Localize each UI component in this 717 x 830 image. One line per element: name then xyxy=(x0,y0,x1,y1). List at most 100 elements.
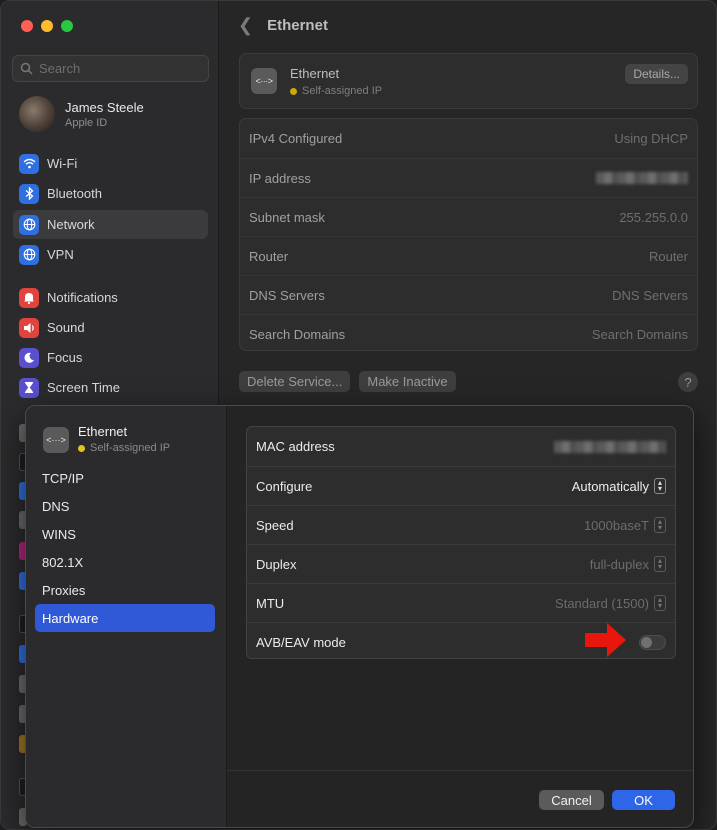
apple-id-account[interactable]: James Steele Apple ID xyxy=(19,96,144,132)
sidebar-item-notifications[interactable]: Notifications xyxy=(13,283,208,312)
zoom-window-button[interactable] xyxy=(61,20,73,32)
mac-address-row: MAC address xyxy=(247,427,675,466)
bluetooth-icon xyxy=(19,183,39,204)
search-field[interactable] xyxy=(12,55,209,82)
redacted-ip-address xyxy=(596,172,688,184)
tab-8021x[interactable]: 802.1X xyxy=(35,548,215,576)
make-inactive-button[interactable]: Make Inactive xyxy=(359,371,456,392)
sidebar-item-label: Network xyxy=(47,217,95,232)
duplex-select[interactable]: full-duplex ▴ ▾ xyxy=(590,556,666,572)
sidebar-item-label: Focus xyxy=(47,350,83,365)
duplex-row: Duplex full-duplex ▴ ▾ xyxy=(247,544,675,583)
sidebar-item-label: Notifications xyxy=(47,290,118,305)
info-label: IPv4 Configured xyxy=(249,131,343,146)
info-value: 255.255.0.0 xyxy=(619,209,688,225)
configure-value: Automatically xyxy=(571,478,649,494)
updown-chevron-icon: ▴ ▾ xyxy=(654,556,666,572)
updown-chevron-icon: ▴ ▾ xyxy=(654,478,666,494)
moon-icon xyxy=(19,347,39,368)
sidebar-item-label: Screen Time xyxy=(47,380,120,395)
ok-button[interactable]: OK xyxy=(612,790,675,810)
info-value: Search Domains xyxy=(591,326,688,342)
page-header: ❮ Ethernet xyxy=(238,15,328,36)
tab-proxies[interactable]: Proxies xyxy=(35,576,215,604)
sidebar-item-network[interactable]: Network xyxy=(13,210,208,239)
sheet-sidebar: <···> Ethernet Self-assigned IP TCP/IP D… xyxy=(26,406,227,827)
sidebar-item-label: VPN xyxy=(47,247,74,262)
window-controls xyxy=(21,20,73,32)
configure-select[interactable]: Automatically ▴ ▾ xyxy=(572,478,666,494)
globe-icon xyxy=(19,214,39,235)
details-button[interactable]: Details... xyxy=(625,64,688,84)
sidebar-item-focus[interactable]: Focus xyxy=(13,343,208,372)
configure-label: Configure xyxy=(256,478,313,494)
updown-chevron-icon: ▴ ▾ xyxy=(654,517,666,533)
info-value: Router xyxy=(648,248,688,264)
info-label: Subnet mask xyxy=(249,209,325,225)
configure-row: Configure Automatically ▴ ▾ xyxy=(247,466,675,505)
sidebar-item-sound[interactable]: Sound xyxy=(13,313,208,342)
info-row: IP address xyxy=(240,158,697,197)
info-row: Search Domains Search Domains xyxy=(240,314,697,353)
mtu-value: Standard (1500) xyxy=(555,595,649,611)
status-dot-icon xyxy=(290,87,297,95)
mac-address-label: MAC address xyxy=(256,439,335,454)
mtu-row: MTU Standard (1500) ▴ ▾ xyxy=(247,583,675,622)
tab-hardware[interactable]: Hardware xyxy=(35,604,215,632)
sidebar-item-label: Wi-Fi xyxy=(47,156,78,171)
search-icon xyxy=(20,62,33,75)
page-title: Ethernet xyxy=(267,17,328,34)
tab-tcpip[interactable]: TCP/IP xyxy=(35,464,215,492)
ethernet-icon: <···> xyxy=(43,427,69,453)
avb-toggle[interactable] xyxy=(639,634,666,650)
sidebar-item-label: Bluetooth xyxy=(47,186,102,201)
info-row: DNS Servers DNS Servers xyxy=(240,275,697,314)
delete-service-button[interactable]: Delete Service... xyxy=(239,371,351,392)
ip-info-card: IPv4 Configured Using DHCP IP address Su… xyxy=(239,118,698,351)
service-card: <···> Ethernet Self-assigned IP Details.… xyxy=(239,53,698,109)
speed-value: 1000baseT xyxy=(583,517,649,533)
sidebar-item-wifi[interactable]: Wi-Fi xyxy=(13,149,208,178)
service-name: Ethernet xyxy=(290,66,340,81)
search-input[interactable] xyxy=(39,61,189,76)
chevron-left-icon[interactable]: ❮ xyxy=(238,15,253,36)
mtu-label: MTU xyxy=(256,595,285,611)
minimize-window-button[interactable] xyxy=(41,20,53,32)
sidebar-item-bluetooth[interactable]: Bluetooth xyxy=(13,179,208,208)
sidebar-item-screen-time[interactable]: Screen Time xyxy=(13,373,208,402)
avb-label: AVB/EAV mode xyxy=(256,634,346,650)
cancel-button[interactable]: Cancel xyxy=(539,790,604,810)
sidebar-item-vpn[interactable]: VPN xyxy=(13,240,208,269)
info-label: Router xyxy=(249,248,289,264)
speed-label: Speed xyxy=(256,517,294,533)
info-value: DNS Servers xyxy=(612,287,688,303)
account-name: James Steele xyxy=(65,99,144,115)
info-row: Router Router xyxy=(240,236,697,275)
sheet-service-status: Self-assigned IP xyxy=(78,442,170,454)
ethernet-icon: <···> xyxy=(251,68,277,94)
service-status: Self-assigned IP xyxy=(290,85,382,97)
status-dot-icon xyxy=(78,444,85,452)
divider xyxy=(227,770,693,771)
close-window-button[interactable] xyxy=(21,20,33,32)
hourglass-icon xyxy=(19,377,39,398)
speed-select[interactable]: 1000baseT ▴ ▾ xyxy=(584,517,666,533)
tab-dns[interactable]: DNS xyxy=(35,492,215,520)
mtu-select[interactable]: Standard (1500) ▴ ▾ xyxy=(555,595,666,611)
details-sheet: <···> Ethernet Self-assigned IP TCP/IP D… xyxy=(25,405,694,828)
account-subtitle: Apple ID xyxy=(65,116,108,129)
duplex-value: full-duplex xyxy=(589,556,649,572)
speed-row: Speed 1000baseT ▴ ▾ xyxy=(247,505,675,544)
info-label: IP address xyxy=(249,170,311,186)
updown-chevron-icon: ▴ ▾ xyxy=(654,595,666,611)
duplex-label: Duplex xyxy=(256,556,297,572)
avatar xyxy=(19,96,55,132)
speaker-icon xyxy=(19,317,39,338)
sheet-service-status-text: Self-assigned IP xyxy=(90,442,171,454)
info-value: Using DHCP xyxy=(614,131,688,146)
redacted-mac-address xyxy=(554,440,666,453)
service-status-text: Self-assigned IP xyxy=(302,85,383,97)
service-actions: Delete Service... Make Inactive xyxy=(239,371,456,392)
help-button[interactable]: ? xyxy=(678,372,698,392)
tab-wins[interactable]: WINS xyxy=(35,520,215,548)
